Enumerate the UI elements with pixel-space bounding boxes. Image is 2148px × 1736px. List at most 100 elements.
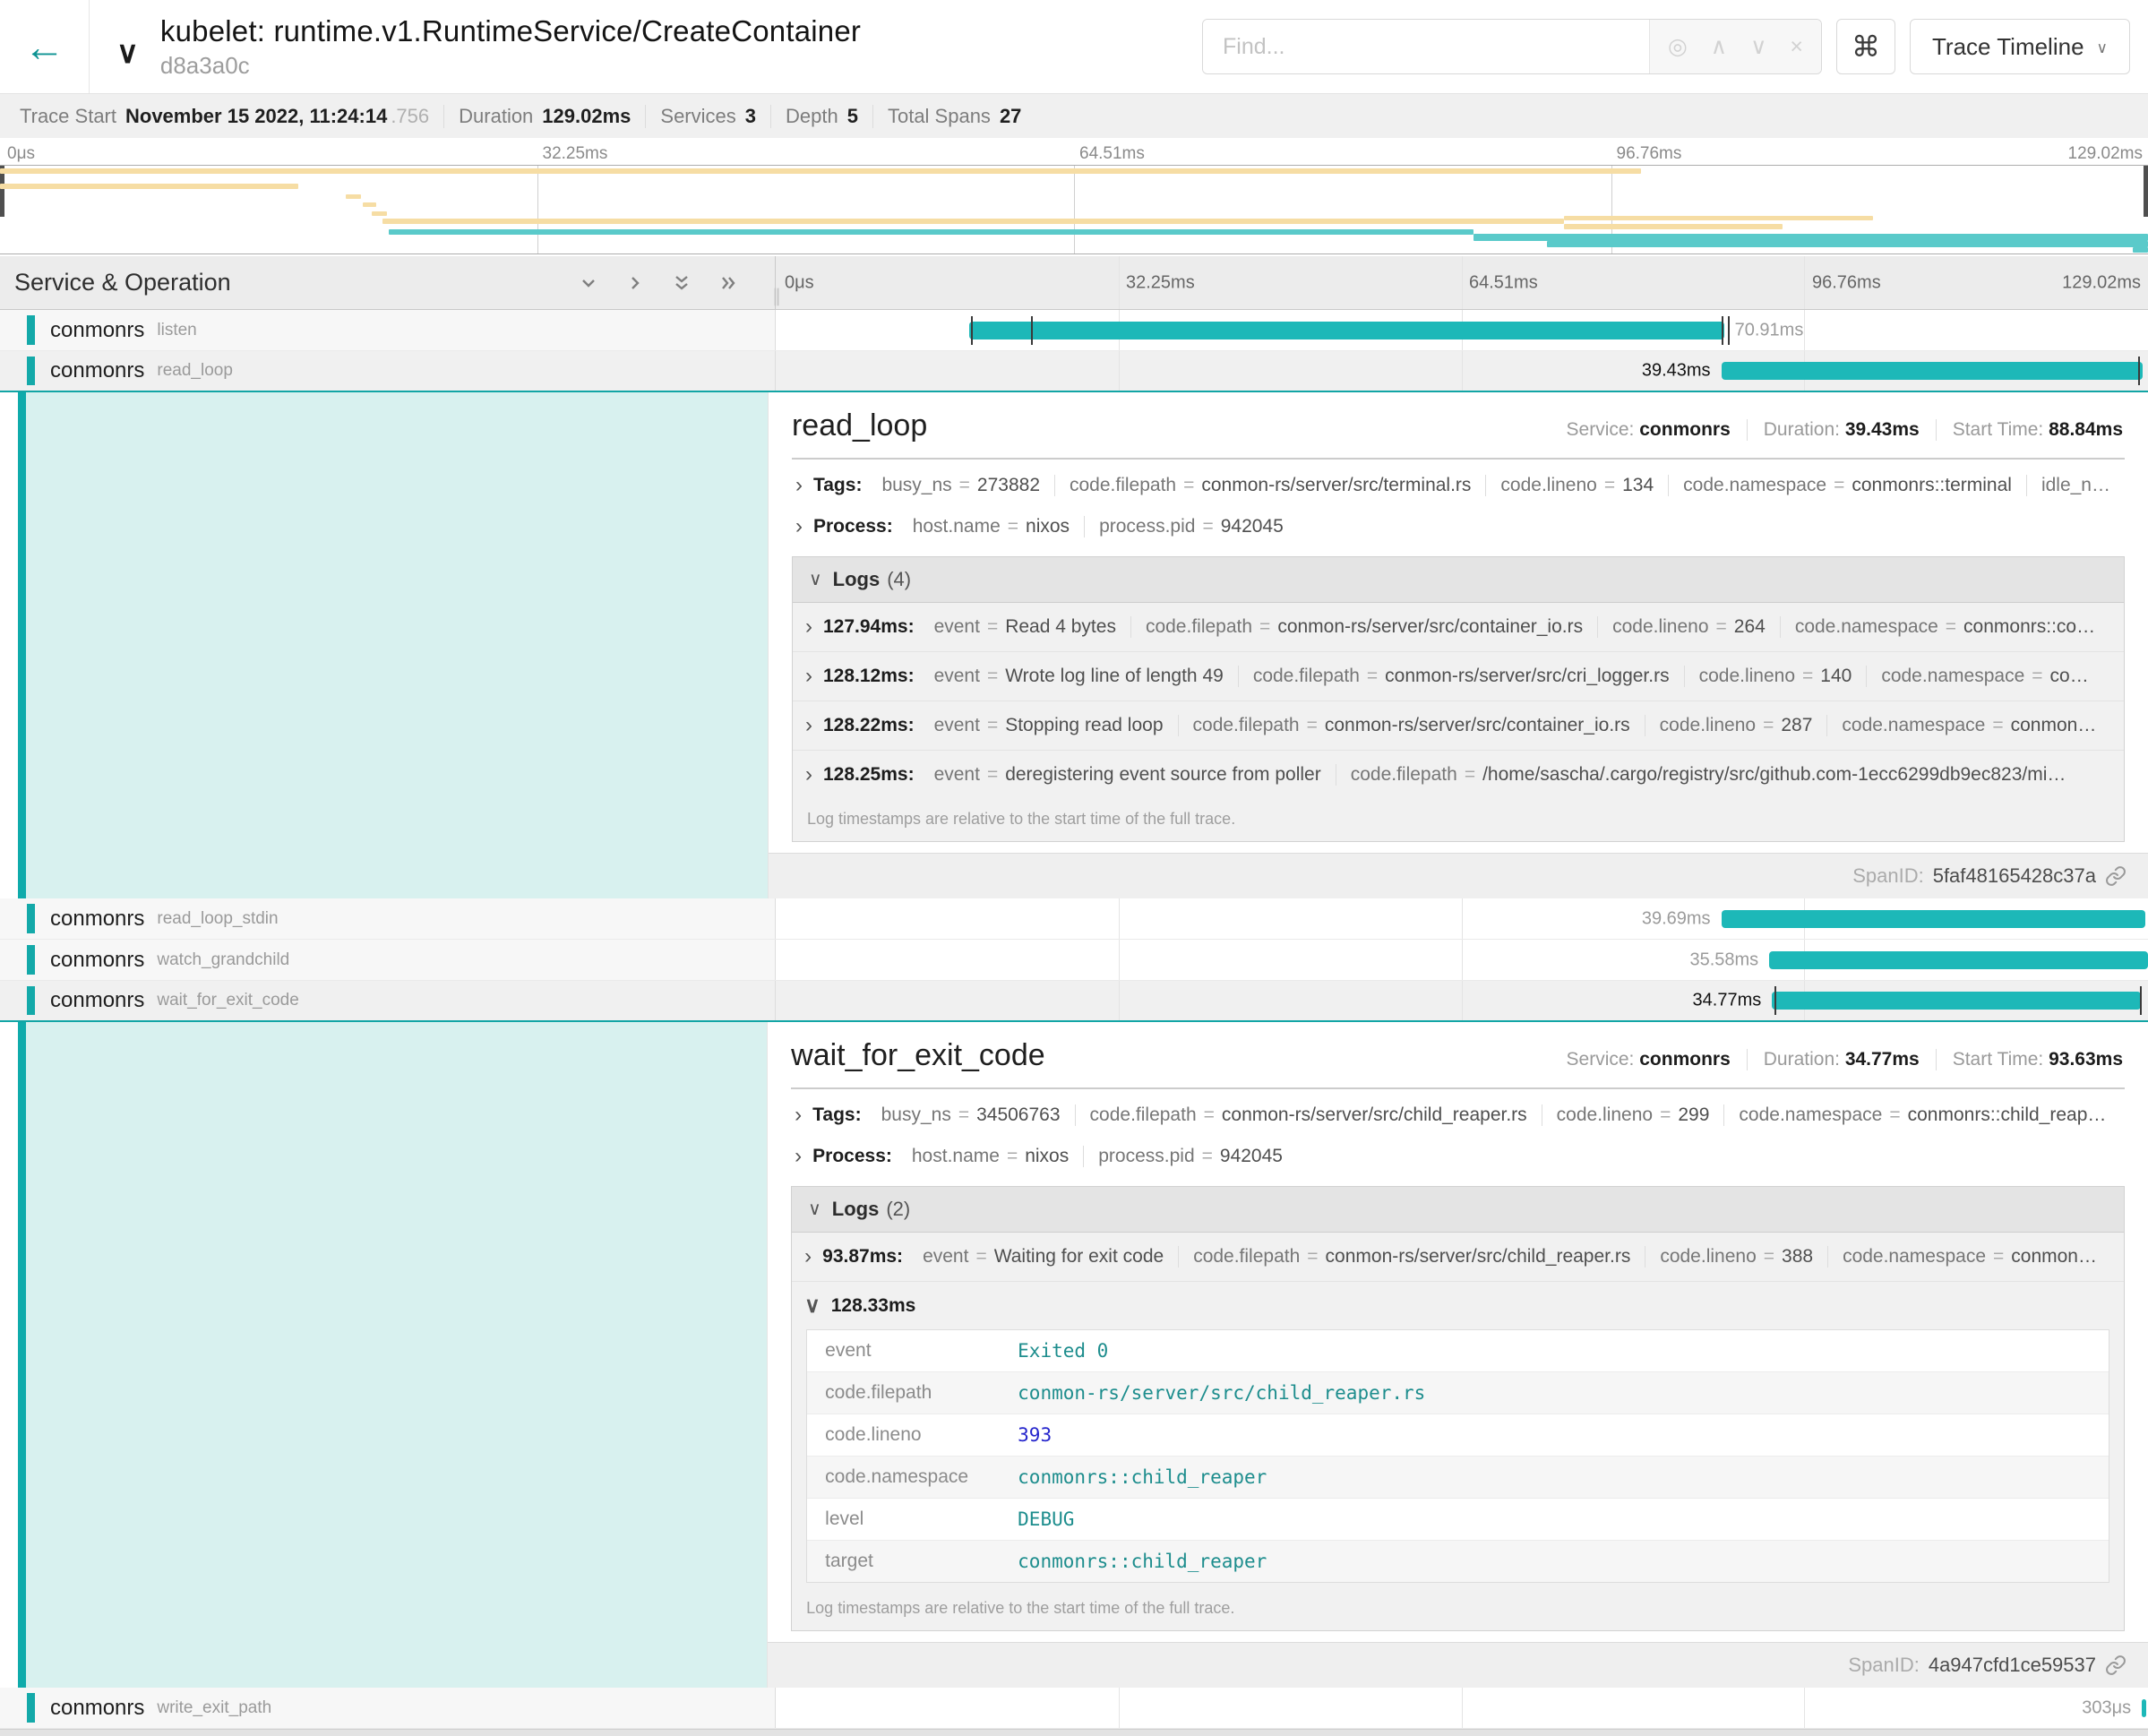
kv-field: busy_ns=273882 (867, 475, 1054, 496)
expand-one-icon[interactable] (624, 272, 646, 294)
minimap-scrubber-right[interactable] (2144, 166, 2148, 217)
chevron-right-icon: › (795, 1146, 802, 1167)
logs-list: ›93.87ms:event=Waiting for exit codecode… (792, 1233, 2124, 1281)
chevron-right-icon: › (805, 616, 812, 638)
log-field-row: code.namespaceconmonrs::child_reaper (807, 1456, 2109, 1498)
span-bar[interactable] (1769, 951, 2148, 969)
chevron-down-icon: ∨ (808, 1200, 821, 1218)
log-timestamp: 128.22ms: (823, 715, 915, 736)
kv-field: code.lineno=264 (1597, 616, 1780, 638)
span-bar[interactable] (1722, 910, 2145, 928)
span-duration-label: 34.77ms (1693, 991, 1762, 1011)
kv-field: code.lineno=140 (1684, 666, 1867, 687)
info-value: 129.02ms (542, 105, 631, 128)
log-fields: event=Stopping read loopcode.filepath=co… (920, 715, 2111, 736)
timeline-tick: 0μs (785, 272, 814, 293)
chevron-right-icon: › (804, 1246, 812, 1268)
clear-search-icon[interactable]: × (1790, 34, 1803, 60)
logs-header[interactable]: ∨ Logs (4) (793, 557, 2124, 603)
span-bar[interactable] (1772, 992, 2141, 1010)
kv-field: code.filepath=conmon-rs/server/src/termi… (1054, 475, 1485, 496)
deep-link-icon[interactable] (2105, 865, 2127, 887)
tags-accordion[interactable]: › Tags: busy_ns=273882code.filepath=conm… (792, 465, 2125, 506)
logs-header[interactable]: ∨ Logs (2) (792, 1187, 2124, 1233)
tags-list: busy_ns=34506763code.filepath=conmon-rs/… (867, 1104, 2121, 1126)
span-bar[interactable] (2142, 1699, 2146, 1717)
detail-span-title: wait_for_exit_code (791, 1038, 1045, 1073)
collapse-controls (578, 272, 739, 294)
log-entry[interactable]: ›128.12ms:event=Wrote log line of length… (793, 651, 2124, 700)
kv-field: code.lineno=287 (1645, 715, 1827, 736)
back-button[interactable]: ← (0, 0, 90, 93)
services-info: Services 3 (645, 105, 770, 128)
detail-meta: Service: conmonrs Duration: 34.77ms Star… (1551, 1049, 2125, 1070)
keyboard-shortcuts-button[interactable]: ⌘ (1836, 19, 1895, 74)
process-accordion[interactable]: › Process: host.name=nixosprocess.pid=94… (792, 506, 2125, 547)
process-list: host.name=nixosprocess.pid=942045 (898, 516, 1298, 537)
minimap-gridline (1074, 166, 1075, 254)
operation-name: read_loop_stdin (157, 909, 278, 929)
kv-field: code.namespace=conmonrs::terminal (1668, 475, 2026, 496)
service-name: conmonrs (50, 318, 144, 343)
span-duration-label: 35.58ms (1689, 950, 1758, 970)
expand-all-icon[interactable] (717, 272, 739, 294)
span-name-cell[interactable]: conmonrs read_loop_stdin (0, 898, 776, 939)
chevron-down-icon: ∨ (116, 36, 139, 70)
next-result-icon[interactable]: ∨ (1750, 33, 1766, 60)
log-entry[interactable]: ›93.87ms:event=Waiting for exit codecode… (792, 1233, 2124, 1281)
log-entry[interactable]: ›128.22ms:event=Stopping read loopcode.f… (793, 700, 2124, 750)
log-marker-tick (1031, 316, 1033, 345)
span-timeline-cell: 34.77ms (776, 981, 2148, 1020)
span-name-cell[interactable]: conmonrs listen (0, 310, 776, 350)
span-bar[interactable] (1722, 362, 2143, 380)
minimap-span-line (346, 194, 361, 199)
log-field-row: levelDEBUG (807, 1498, 2109, 1540)
logs-note: Log timestamps are relative to the start… (792, 1588, 2124, 1630)
process-label: Process: (812, 1146, 892, 1167)
span-name-cell[interactable]: conmonrs watch_grandchild (0, 940, 776, 980)
span-id-label: SpanID: (1852, 864, 1924, 888)
collapse-all-icon[interactable] (671, 272, 692, 294)
log-timestamp: 128.33ms (831, 1295, 916, 1317)
minimap-span-line (1564, 224, 1783, 229)
collapse-one-icon[interactable] (578, 272, 599, 294)
locate-icon[interactable]: ◎ (1668, 33, 1688, 60)
tags-label: Tags: (813, 475, 862, 496)
span-bar[interactable] (969, 322, 1724, 339)
operation-name: write_exit_path (157, 1698, 271, 1718)
view-selector-button[interactable]: Trace Timeline ∨ (1910, 19, 2130, 74)
log-entry[interactable]: ›128.25ms:event=deregistering event sour… (793, 750, 2124, 799)
minimap-tick: 64.51ms (1079, 144, 1145, 164)
trace-minimap[interactable] (0, 165, 2148, 254)
find-input[interactable] (1203, 20, 1649, 73)
span-name-cell[interactable]: conmonrs write_exit_path (0, 1688, 776, 1728)
command-icon: ⌘ (1852, 30, 1880, 63)
kv-field: code.lineno=299 (1542, 1104, 1724, 1126)
log-marker-tick (2138, 357, 2140, 385)
divider (791, 1087, 2125, 1089)
trace-title-collapse-toggle[interactable]: ∨ (111, 37, 144, 69)
process-accordion[interactable]: › Process: host.name=nixosprocess.pid=94… (791, 1136, 2125, 1177)
expanded-log-header[interactable]: ∨ 128.33ms (792, 1281, 2124, 1320)
info-value: 27 (1000, 105, 1021, 128)
log-entry[interactable]: ›127.94ms:event=Read 4 bytescode.filepat… (793, 603, 2124, 651)
minimap-span-line (382, 219, 1564, 224)
detail-meta: Service: conmonrs Duration: 39.43ms Star… (1551, 419, 2125, 441)
minimap-span-line (1564, 216, 1873, 220)
prev-result-icon[interactable]: ∧ (1711, 33, 1727, 60)
minimap-tick: 96.76ms (1617, 144, 1682, 164)
info-value: 5 (847, 105, 858, 128)
tags-accordion[interactable]: › Tags: busy_ns=34506763code.filepath=co… (791, 1095, 2125, 1136)
log-marker-tick (1722, 316, 1723, 345)
column-resize-grip[interactable]: ∥ (772, 285, 781, 307)
minimap-span-line (1547, 241, 2148, 247)
detail-left-gutter (0, 1022, 768, 1688)
log-timestamp: 128.25ms: (823, 764, 915, 786)
service-name: conmonrs (50, 907, 144, 932)
span-name-cell[interactable]: conmonrs read_loop (0, 351, 776, 391)
top-bar: ← ∨ kubelet: runtime.v1.RuntimeService/C… (0, 0, 2148, 93)
span-duration-label: 303μs (2082, 1697, 2131, 1718)
span-name-cell[interactable]: conmonrs wait_for_exit_code (0, 981, 776, 1020)
operation-name: listen (157, 321, 196, 340)
detail-left-gutter (0, 392, 769, 898)
